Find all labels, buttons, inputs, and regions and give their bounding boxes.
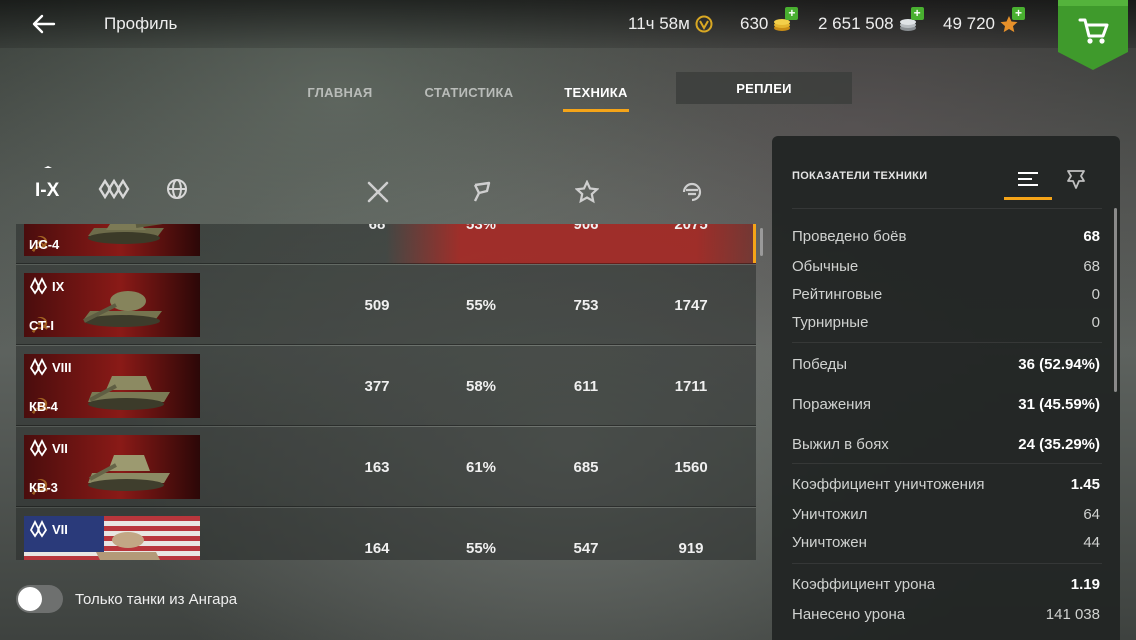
tab-main[interactable]: ГЛАВНАЯ (304, 72, 376, 112)
stat-row: Обычные 68 (792, 257, 1100, 275)
stat-row: Коэффициент уничтожения 1.45 (792, 475, 1100, 493)
stats-list-icon (1018, 172, 1038, 186)
battles-icon[interactable] (366, 180, 390, 204)
vehicle-type-filter-icon[interactable] (98, 178, 130, 205)
tank-image (88, 224, 164, 244)
nation-filter-globe-icon[interactable] (166, 178, 188, 205)
tank-image (96, 532, 160, 560)
stat-row: Победы 36 (52.94%) (792, 355, 1100, 373)
tab-replays[interactable]: РЕПЛЕИ (676, 72, 852, 104)
mastery-badge-icon (1067, 170, 1085, 189)
credits-icon: + (898, 7, 924, 33)
tier-filter[interactable]: I-X (34, 166, 62, 207)
avg-xp-star-icon[interactable] (574, 179, 600, 204)
stat-row: Рейтинговые 0 (792, 285, 1100, 303)
top-bar: Профиль 11ч 58м 630 + 2 651 508 + 49 720… (0, 0, 1136, 48)
divider (792, 563, 1102, 564)
vehicle-row[interactable]: ☭ IX СТ-I 509 55% 753 1747 (16, 265, 756, 345)
vehicle-class-icon (29, 439, 48, 457)
tank-card: ☭ VIII КВ-4 (24, 354, 200, 418)
stat-row: Коэффициент урона 1.19 (792, 575, 1100, 593)
stat-row: Выжил в боях 24 (35.29%) (792, 435, 1100, 453)
vehicle-row[interactable]: VII 164 55% 547 919 (16, 508, 756, 560)
stat-row: Уничтожен 44 (792, 533, 1100, 551)
divider (792, 208, 1102, 209)
stat-row: Нанесено урона 141 038 (792, 605, 1100, 623)
vehicle-stats-panel: ПОКАЗАТЕЛИ ТЕХНИКИ Проведено боёв 68 Обыч… (772, 136, 1120, 640)
svg-text:I-X: I-X (35, 180, 60, 201)
divider (792, 463, 1102, 464)
tank-image (88, 455, 170, 491)
winrate-icon[interactable] (470, 180, 494, 204)
list-scrollbar[interactable] (760, 228, 763, 256)
back-arrow-icon[interactable] (30, 10, 58, 38)
hangar-only-toggle-row: Только танки из Ангара (16, 585, 237, 613)
selected-indicator (753, 224, 756, 263)
tank-card: ☭ ИС-4 (24, 224, 200, 256)
shop-button[interactable] (1058, 0, 1128, 70)
panel-title: ПОКАЗАТЕЛИ ТЕХНИКИ (792, 170, 928, 182)
add-credits-button[interactable]: + (910, 7, 924, 20)
premium-icon (694, 15, 714, 33)
gold-icon: + (772, 7, 799, 33)
tank-card: VII (24, 516, 200, 560)
divider (792, 342, 1102, 343)
free-xp-icon: + (999, 7, 1025, 33)
profile-tabs: ГЛАВНАЯ СТАТИСТИКА ТЕХНИКА РЕПЛЕИ (0, 72, 1136, 112)
stat-row: Проведено боёв 68 (792, 227, 1100, 245)
vehicle-row[interactable]: ☭ VII КВ-3 163 61% 685 1560 (16, 427, 756, 507)
stat-row: Уничтожил 64 (792, 505, 1100, 523)
free-xp-balance[interactable]: 49 720 + (943, 7, 1025, 34)
add-gold-button[interactable]: + (785, 7, 799, 20)
stat-row: Турнирные 0 (792, 313, 1100, 331)
convert-xp-button[interactable]: + (1012, 7, 1025, 20)
panel-tab-stats[interactable] (1004, 162, 1052, 200)
toggle-knob (18, 587, 42, 611)
tank-image (88, 376, 170, 410)
vehicle-class-icon (29, 358, 48, 376)
vehicle-class-icon (29, 520, 48, 538)
hangar-only-label: Только танки из Ангара (75, 590, 238, 608)
page-title: Профиль (104, 14, 178, 33)
gold-balance[interactable]: 630 + (740, 7, 799, 34)
premium-time[interactable]: 11ч 58м (628, 14, 714, 34)
credits-balance[interactable]: 2 651 508 + (818, 7, 924, 34)
vehicle-list[interactable]: ☭ ИС-4 68 53% 906 2075 ☭ IX СТ-I 509 55%… (16, 224, 756, 560)
vehicle-row[interactable]: ☭ VIII КВ-4 377 58% 611 1711 (16, 346, 756, 426)
tab-vehicles[interactable]: ТЕХНИКА (563, 72, 629, 112)
vehicle-class-icon (29, 277, 48, 295)
stat-row: Поражения 31 (45.59%) (792, 395, 1100, 413)
hangar-only-toggle[interactable] (16, 585, 63, 613)
tank-image (83, 291, 162, 327)
panel-tab-mastery[interactable] (1052, 162, 1100, 200)
tank-card: ☭ IX СТ-I (24, 273, 200, 337)
tab-statistics[interactable]: СТАТИСТИКА (420, 72, 518, 112)
panel-scrollbar[interactable] (1114, 208, 1117, 392)
tank-card: ☭ VII КВ-3 (24, 435, 200, 499)
avg-damage-icon[interactable] (680, 180, 704, 204)
vehicle-row[interactable]: ☭ ИС-4 68 53% 906 2075 (16, 224, 756, 264)
